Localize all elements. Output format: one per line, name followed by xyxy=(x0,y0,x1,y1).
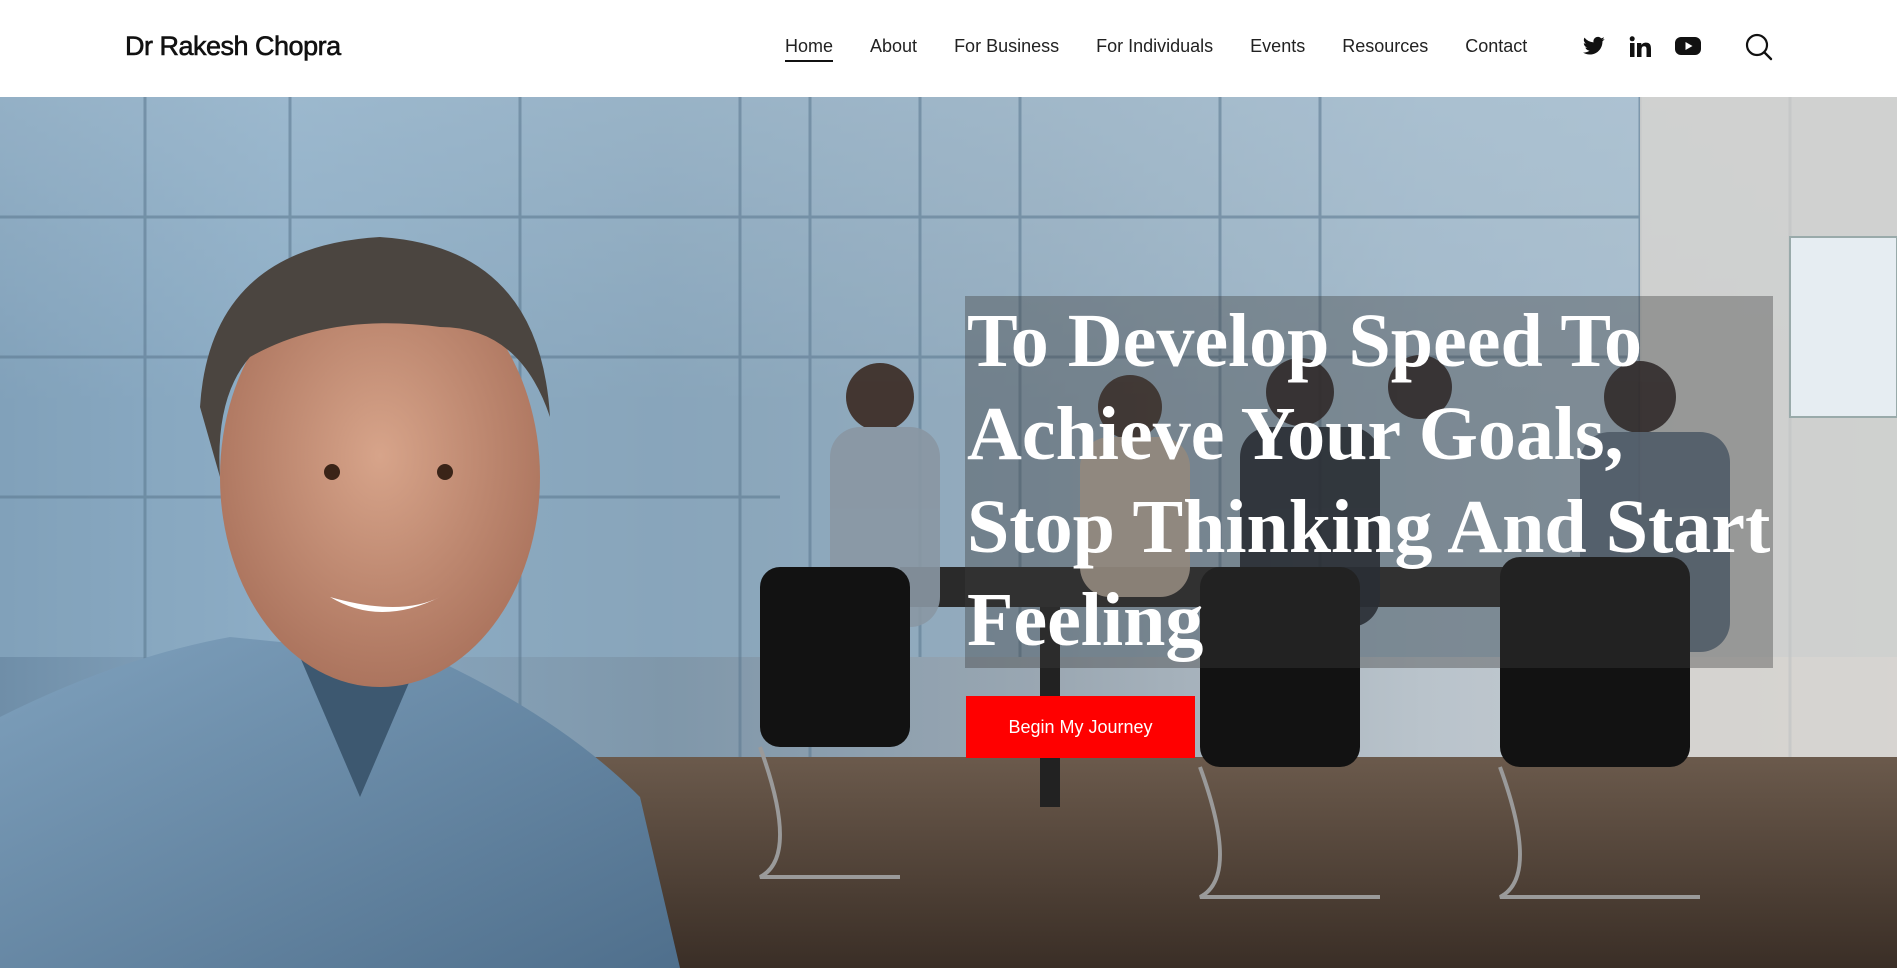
hero-headline: To Develop Speed To Achieve Your Goals, … xyxy=(967,299,1771,662)
youtube-icon[interactable] xyxy=(1675,36,1703,60)
site-header: Dr Rakesh Chopra Home About For Business… xyxy=(0,0,1897,97)
begin-journey-button[interactable]: Begin My Journey xyxy=(966,696,1195,758)
hero-section: To Develop Speed To Achieve Your Goals, … xyxy=(0,97,1897,968)
social-links xyxy=(1583,36,1723,60)
twitter-icon[interactable] xyxy=(1583,36,1609,60)
site-logo[interactable]: Dr Rakesh Chopra xyxy=(125,31,342,62)
linkedin-icon[interactable] xyxy=(1629,36,1655,60)
nav-events[interactable]: Events xyxy=(1250,36,1305,62)
nav-about[interactable]: About xyxy=(870,36,917,62)
main-nav: Home About For Business For Individuals … xyxy=(785,36,1564,62)
nav-for-individuals[interactable]: For Individuals xyxy=(1096,36,1213,62)
nav-resources[interactable]: Resources xyxy=(1342,36,1428,62)
nav-for-business[interactable]: For Business xyxy=(954,36,1059,62)
search-icon[interactable] xyxy=(1745,33,1773,61)
nav-contact[interactable]: Contact xyxy=(1465,36,1527,62)
nav-home[interactable]: Home xyxy=(785,36,834,62)
